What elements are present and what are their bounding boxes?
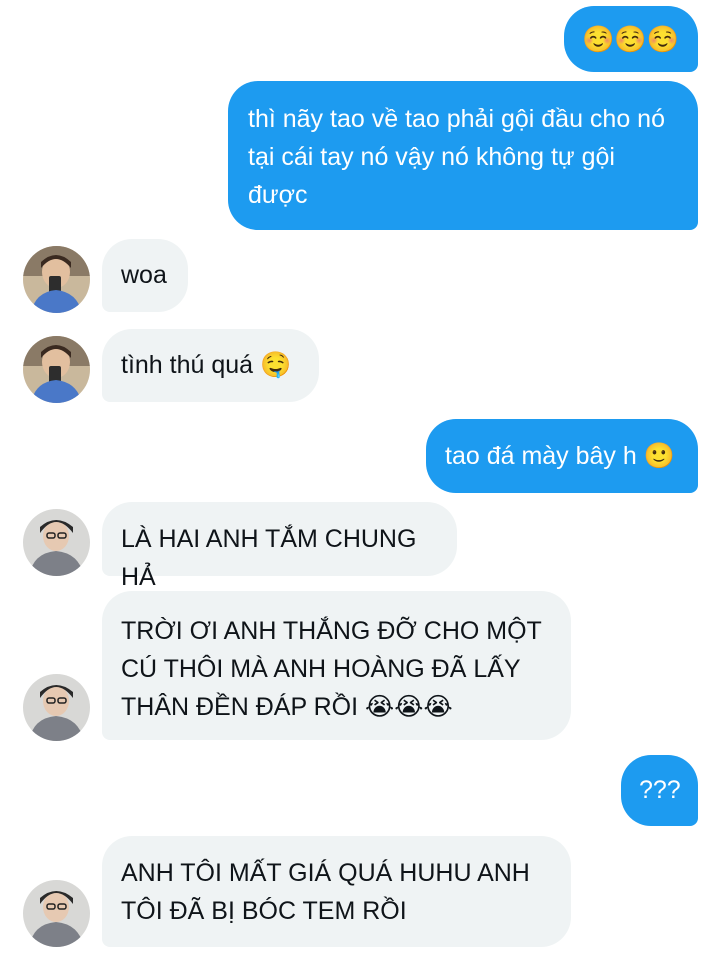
avatar-photo-icon [23, 336, 90, 403]
message-outgoing[interactable]: ??? [621, 755, 698, 826]
message-incoming[interactable]: woa [102, 239, 188, 312]
avatar-photo-icon [23, 674, 90, 741]
message-incoming[interactable]: LÀ HAI ANH TẮM CHUNG HẢ [102, 502, 457, 591]
avatar-photo-icon [23, 880, 90, 947]
message-outgoing[interactable]: thì nãy tao về tao phải gội đầu cho nó t… [228, 81, 698, 230]
avatar-friend-2[interactable] [23, 880, 90, 947]
message-incoming[interactable]: TRỜI ƠI ANH THẮNG ĐỠ CHO MỘT CÚ THÔI MÀ … [102, 591, 571, 740]
avatar-friend-1[interactable] [23, 336, 90, 403]
avatar-friend-2[interactable] [23, 674, 90, 741]
message-incoming[interactable]: ANH TÔI MẤT GIÁ QUÁ HUHU ANH TÔI ĐÃ BỊ B… [102, 836, 571, 947]
avatar-friend-2[interactable] [23, 509, 90, 576]
message-outgoing-emoji[interactable]: ☺️☺️☺️ [564, 6, 698, 72]
message-incoming[interactable]: tình thú quá 🤤 [102, 329, 319, 402]
avatar-photo-icon [23, 246, 90, 313]
avatar-friend-1[interactable] [23, 246, 90, 313]
avatar-photo-icon [23, 509, 90, 576]
message-outgoing[interactable]: tao đá mày bây h 🙂 [426, 419, 698, 493]
